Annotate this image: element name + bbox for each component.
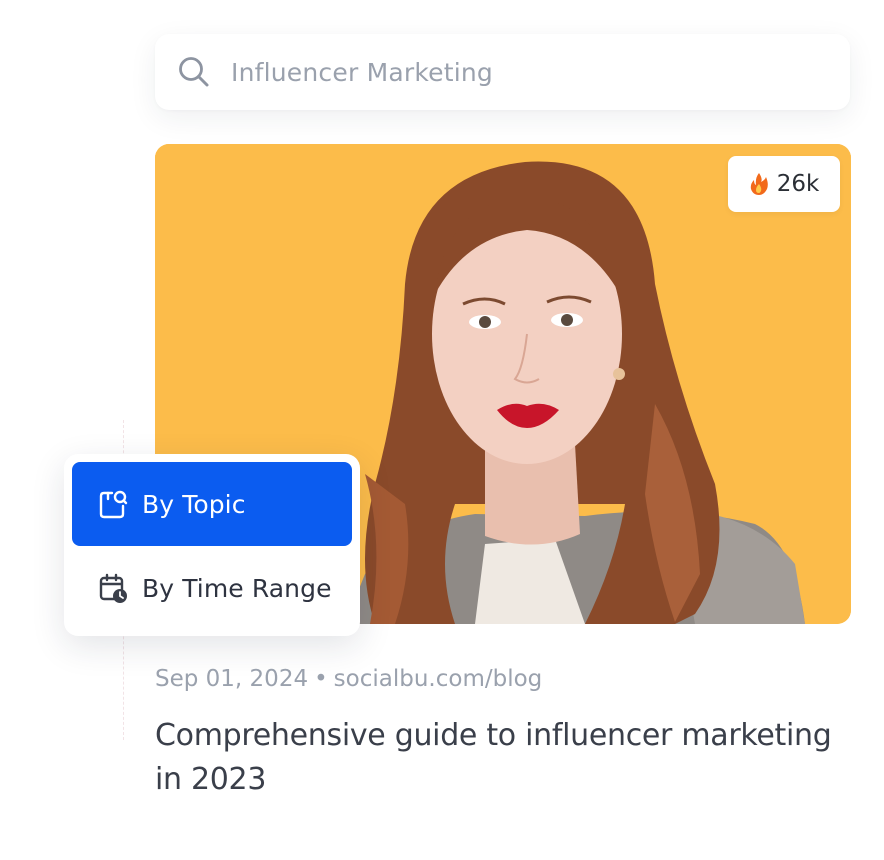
filter-menu: By Topic By Time Range [64, 454, 360, 636]
fire-icon [750, 173, 768, 195]
search-icon [179, 57, 209, 87]
filter-by-topic-label: By Topic [142, 489, 246, 519]
search-bar[interactable] [155, 34, 850, 110]
views-count: 26k [776, 171, 820, 197]
views-badge: 26k [728, 156, 840, 212]
app-stage: 26k By Topic By Time Range [0, 0, 884, 860]
topic-icon [99, 490, 128, 519]
article-title[interactable]: Comprehensive guide to influencer market… [155, 714, 855, 802]
article-meta: Sep 01, 2024 • socialbu.com/blog [155, 666, 542, 692]
article-date: Sep 01, 2024 [155, 666, 309, 692]
search-input[interactable] [229, 52, 823, 94]
filter-by-time-range-label: By Time Range [142, 573, 332, 603]
calendar-clock-icon [99, 573, 127, 603]
filter-by-time-range[interactable]: By Time Range [72, 546, 352, 630]
article-source[interactable]: socialbu.com/blog [334, 666, 543, 692]
meta-separator: • [314, 666, 328, 692]
filter-by-topic[interactable]: By Topic [72, 462, 352, 546]
